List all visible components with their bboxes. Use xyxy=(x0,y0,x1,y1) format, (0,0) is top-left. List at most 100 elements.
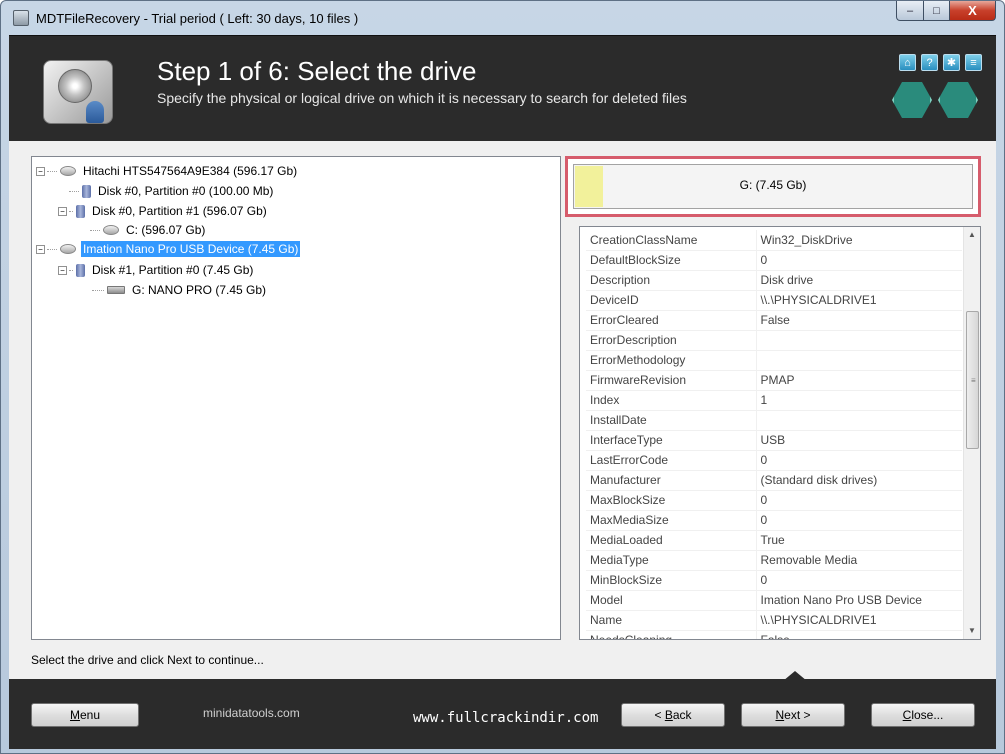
property-value: 0 xyxy=(756,570,962,591)
property-value: USB xyxy=(756,430,962,451)
minimize-button[interactable]: – xyxy=(896,1,924,21)
property-value: 0 xyxy=(756,510,962,531)
user-graphic xyxy=(86,101,104,123)
tree-node-disk1-part0[interactable]: − Disk #1, Partition #0 (7.45 Gb) xyxy=(58,261,255,279)
maximize-button[interactable]: □ xyxy=(924,1,950,21)
watermark-text: www.fullcrackindir.com xyxy=(413,710,599,726)
property-row[interactable]: InterfaceType USB xyxy=(586,430,962,451)
hard-disk-icon xyxy=(60,166,76,176)
info-icon[interactable]: ≡ xyxy=(965,54,982,71)
property-row[interactable]: Manufacturer (Standard disk drives) xyxy=(586,470,962,491)
back-hotkey: B xyxy=(664,708,673,722)
collapse-icon[interactable]: − xyxy=(36,166,45,176)
title-bar[interactable]: MDTFileRecovery - Trial period ( Left: 3… xyxy=(1,1,1004,35)
tree-node-label: Hitachi HTS547564A9E384 (596.17 Gb) xyxy=(83,164,298,178)
scroll-thumb[interactable]: ≡ xyxy=(966,311,979,449)
property-name: ErrorMethodology xyxy=(586,350,757,371)
property-row[interactable]: ErrorDescription xyxy=(586,330,962,351)
tree-node-disk0-part1[interactable]: − Disk #0, Partition #1 (596.07 Gb) xyxy=(58,202,269,220)
property-value: Imation Nano Pro USB Device xyxy=(756,590,962,611)
property-value: 0 xyxy=(756,450,962,471)
drive-tree[interactable]: − Hitachi HTS547564A9E384 (596.17 Gb) Di… xyxy=(31,156,561,640)
partition-icon xyxy=(76,204,85,218)
property-row[interactable]: InstallDate xyxy=(586,410,962,431)
tree-connector xyxy=(69,190,79,192)
property-row[interactable]: ErrorCleared False xyxy=(586,310,962,331)
property-row[interactable]: MaxBlockSize 0 xyxy=(586,490,962,511)
step-title: Step 1 of 6: Select the drive xyxy=(157,56,477,86)
property-name: FirmwareRevision xyxy=(586,370,757,391)
properties-scrollbar[interactable]: ▲ ≡ ▼ xyxy=(963,227,980,639)
property-row[interactable]: Name \\.\PHYSICALDRIVE1 xyxy=(586,610,962,631)
properties-table: CreationClassName Win32_DiskDrive DefaultB… xyxy=(586,230,962,639)
tree-node-label: G: NANO PRO (7.45 Gb) xyxy=(132,283,267,297)
property-row[interactable]: MediaLoaded True xyxy=(586,530,962,551)
help-icon[interactable]: ? xyxy=(921,54,938,71)
property-name: Description xyxy=(586,270,757,291)
property-row[interactable]: FirmwareRevision PMAP xyxy=(586,370,962,391)
property-name: CreationClassName xyxy=(586,230,757,251)
tree-node-volume-g[interactable]: G: NANO PRO (7.45 Gb) xyxy=(92,281,268,299)
scroll-down-icon[interactable]: ▼ xyxy=(964,623,980,639)
close-label: lose... xyxy=(911,708,944,722)
property-row[interactable]: Index 1 xyxy=(586,390,962,411)
collapse-icon[interactable]: − xyxy=(58,265,67,275)
property-row[interactable]: DefaultBlockSize 0 xyxy=(586,250,962,271)
property-value: 0 xyxy=(756,250,962,271)
decorative-hexagon-icon xyxy=(892,82,932,118)
home-icon[interactable]: ⌂ xyxy=(899,54,916,71)
usb-drive-icon xyxy=(107,286,125,294)
drive-usage-label: G: (7.45 Gb) xyxy=(739,178,807,192)
app-icon xyxy=(13,10,29,26)
property-value: Win32_DiskDrive xyxy=(756,230,962,251)
property-name: MinBlockSize xyxy=(586,570,757,591)
next-button[interactable]: Next > xyxy=(741,703,845,727)
grip-icon: ≡ xyxy=(971,376,976,385)
property-row[interactable]: MaxMediaSize 0 xyxy=(586,510,962,531)
tree-connector xyxy=(92,289,104,291)
property-row[interactable]: CreationClassName Win32_DiskDrive xyxy=(586,230,962,251)
scroll-up-icon[interactable]: ▲ xyxy=(964,227,980,243)
property-row[interactable]: MinBlockSize 0 xyxy=(586,570,962,591)
collapse-icon[interactable]: − xyxy=(36,244,45,254)
main-panel: − Hitachi HTS547564A9E384 (596.17 Gb) Di… xyxy=(9,141,996,679)
properties-grid[interactable]: CreationClassName Win32_DiskDrive DefaultB… xyxy=(579,226,981,640)
step-pointer xyxy=(783,671,807,681)
property-row[interactable]: DeviceID \\.\PHYSICALDRIVE1 xyxy=(586,290,962,311)
property-row[interactable]: NeedsCleaning False xyxy=(586,630,962,639)
partition-icon xyxy=(82,184,91,198)
close-window-button[interactable]: X xyxy=(950,1,996,21)
tree-node-volume-c[interactable]: C: (596.07 Gb) xyxy=(90,221,207,239)
status-text: Select the drive and click Next to conti… xyxy=(31,653,264,667)
property-row[interactable]: Description Disk drive xyxy=(586,270,962,291)
property-row[interactable]: Model Imation Nano Pro USB Device xyxy=(586,590,962,611)
property-value xyxy=(756,410,962,431)
tree-node-label: Disk #1, Partition #0 (7.45 Gb) xyxy=(92,263,254,277)
menu-button[interactable]: Menu xyxy=(31,703,139,727)
back-button[interactable]: < Back xyxy=(621,703,725,727)
property-name: ErrorDescription xyxy=(586,330,757,351)
property-name: MediaLoaded xyxy=(586,530,757,551)
property-value xyxy=(756,350,962,371)
back-prefix: < xyxy=(654,708,665,722)
selected-drive-highlight: G: (7.45 Gb) xyxy=(565,156,981,217)
volume-icon xyxy=(103,225,119,235)
back-label: ack xyxy=(672,708,692,722)
tree-node-hitachi[interactable]: − Hitachi HTS547564A9E384 (596.17 Gb) xyxy=(36,162,299,180)
website-link[interactable]: minidatatools.com xyxy=(203,706,300,720)
property-name: DeviceID xyxy=(586,290,757,311)
property-value: 0 xyxy=(756,490,962,511)
settings-icon[interactable]: ✱ xyxy=(943,54,960,71)
tree-node-imation[interactable]: − Imation Nano Pro USB Device (7.45 Gb) xyxy=(36,240,301,258)
header-toolbar: ⌂ ? ✱ ≡ xyxy=(899,54,982,71)
collapse-icon[interactable]: − xyxy=(58,206,67,216)
platter-graphic xyxy=(58,69,92,103)
step-header: Step 1 of 6: Select the drive Specify th… xyxy=(9,35,996,141)
property-row[interactable]: MediaType Removable Media xyxy=(586,550,962,571)
property-row[interactable]: LastErrorCode 0 xyxy=(586,450,962,471)
tree-node-disk0-part0[interactable]: Disk #0, Partition #0 (100.00 Mb) xyxy=(69,182,275,200)
close-button[interactable]: Close... xyxy=(871,703,975,727)
property-name: DefaultBlockSize xyxy=(586,250,757,271)
menu-hotkey: M xyxy=(69,708,80,722)
property-row[interactable]: ErrorMethodology xyxy=(586,350,962,371)
